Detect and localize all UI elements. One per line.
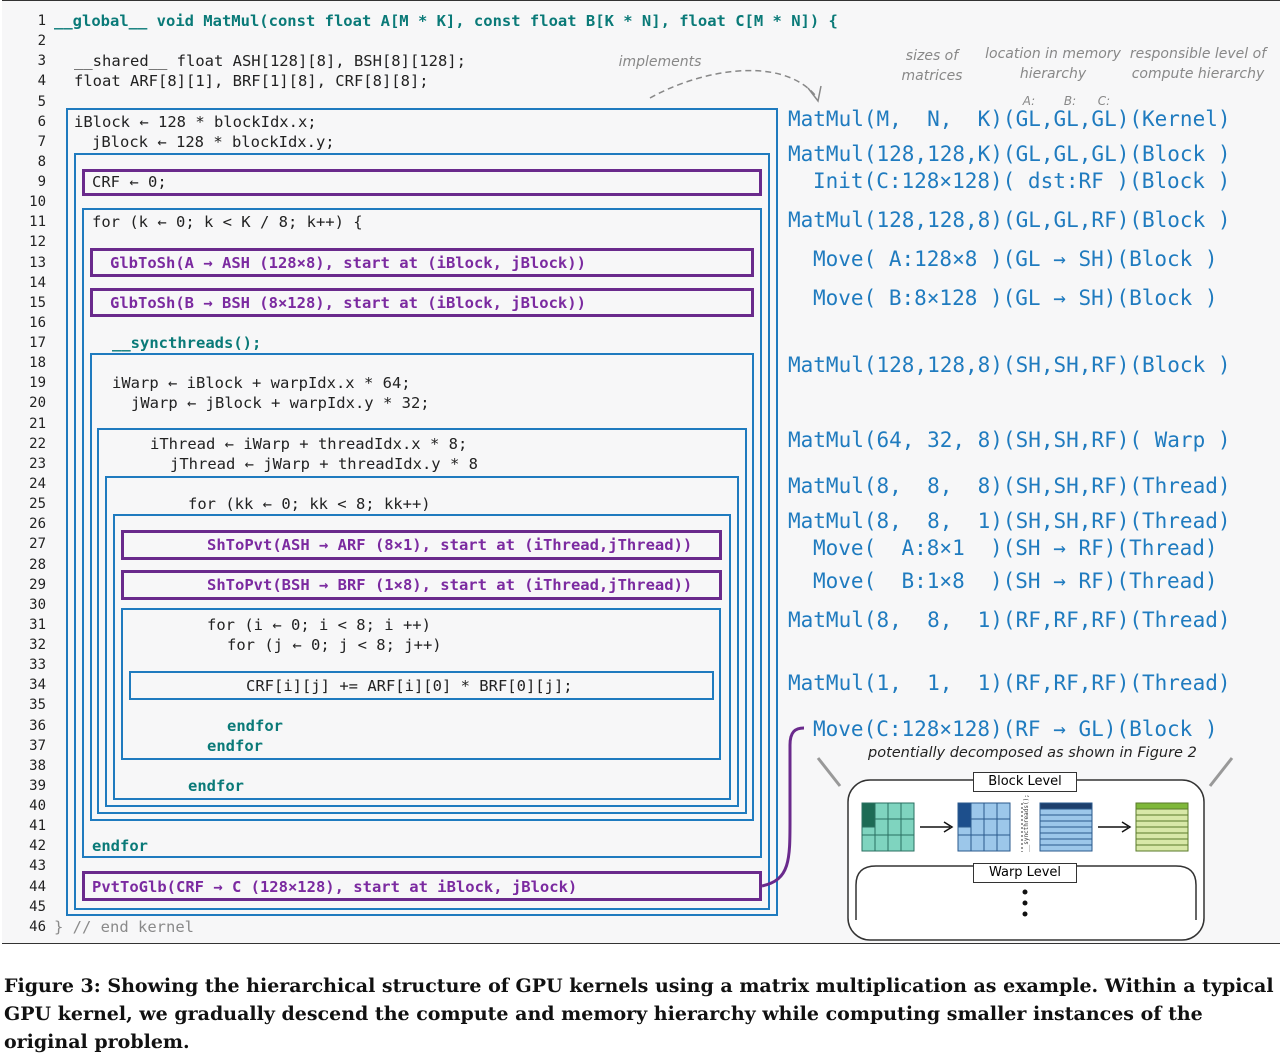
code-line-39: endfor [188,777,244,795]
line-number: 34 [29,677,46,694]
line-number: 17 [29,335,46,352]
code-line-34: CRF[i][j] += ARF[i][0] * BRF[0][j]; [246,677,573,695]
init-box [82,169,762,196]
code-line-46: } // end kernel [54,918,194,936]
line-number: 22 [29,435,46,452]
line-number: 42 [29,838,46,855]
line-number: 36 [29,717,46,734]
line-number: 20 [29,395,46,412]
line-number: 8 [37,153,46,170]
code-line-9: CRF ← 0; [92,173,167,191]
line-number: 46 [29,918,46,935]
line-number: 1 [37,13,46,29]
right-line-9: MatMul(8, 8, 1)(SH,SH,RF)(Thread) [788,509,1231,533]
code-line-31: for (i ← 0; i < 8; i ++) [207,616,431,634]
code-line-27: ShToPvt(ASH → ARF (8×1), start at (iThre… [207,536,693,554]
code-line-7: jBlock ← 128 * blockIdx.y; [92,133,335,151]
line-number: 21 [29,415,46,432]
right-line-13: MatMul(1, 1, 1)(RF,RF,RF)(Thread) [788,671,1231,695]
line-number: 4 [37,73,46,90]
line-number: 3 [37,53,46,70]
line-number: 40 [29,798,46,815]
line-number: 31 [29,616,46,633]
decomposed-note: potentially decomposed as shown in Figur… [868,745,1197,761]
right-line-2: Init(C:128×128)( dst:RF )(Block ) [813,169,1231,193]
line-number: 5 [37,93,46,110]
line-number: 11 [29,214,46,231]
code-line-11: for (k ← 0; k < K / 8; k++) { [92,213,363,231]
line-number: 23 [29,455,46,472]
code-line-29: ShToPvt(BSH → BRF (1×8), start at (iThre… [207,576,693,594]
line-number: 9 [37,174,46,191]
right-line-8: MatMul(8, 8, 8)(SH,SH,RF)(Thread) [788,474,1231,498]
right-line-0: MatMul(M, N, K)(GL,GL,GL)(Kernel) [788,107,1231,131]
line-number: 30 [29,596,46,613]
code-line-1: __global__ void MatMul(const float A[M *… [54,12,838,30]
warp-level-label: Warp Level [973,863,1077,883]
right-line-3: MatMul(128,128,8)(GL,GL,RF)(Block ) [788,208,1231,232]
line-number: 44 [29,878,46,895]
line-number: 43 [29,858,46,875]
line-number: 35 [29,697,46,714]
block-level-label: Block Level [973,772,1077,792]
line-number: 14 [29,274,46,291]
right-line-1: MatMul(128,128,K)(GL,GL,GL)(Block ) [788,142,1231,166]
code-line-4: float ARF[8][1], BRF[1][8], CRF[8][8]; [74,72,429,90]
code-line-22: iThread ← iWarp + threadIdx.x * 8; [150,435,468,453]
line-number: 6 [37,113,46,130]
code-line-42: endfor [92,837,148,855]
line-number: 28 [29,556,46,573]
line-number: 29 [29,576,46,593]
line-number: 16 [29,314,46,331]
right-line-14: Move(C:128×128)(RF → GL)(Block ) [813,717,1218,741]
line-number: 18 [29,355,46,372]
code-line-15: GlbToSh(B → BSH (8×128), start at (iBloc… [110,294,586,312]
line-number: 13 [29,254,46,271]
code-line-17: __syncthreads(); [112,334,262,352]
code-line-25: for (kk ← 0; kk < 8; kk++) [188,495,431,513]
code-line-37: endfor [207,737,263,755]
line-number: 27 [29,536,46,553]
line-number: 24 [29,475,46,492]
line-number: 7 [37,133,46,150]
right-line-6: MatMul(128,128,8)(SH,SH,RF)(Block ) [788,353,1231,377]
line-number: 32 [29,637,46,654]
responsible-header: responsible level of compute hierarchy [1129,46,1267,82]
code-line-13: GlbToSh(A → ASH (128×8), start at (iBloc… [110,254,586,272]
right-line-5: Move( B:8×128 )(GL → SH)(Block ) [813,286,1218,310]
line-number: 45 [29,898,46,915]
code-line-19: iWarp ← iBlock + warpIdx.x * 64; [112,374,411,392]
right-line-7: MatMul(64, 32, 8)(SH,SH,RF)( Warp ) [788,428,1231,452]
line-number: 15 [29,294,46,311]
line-number: 10 [29,194,46,211]
figure-caption: Figure 3: Showing the hierarchical struc… [4,975,1274,1053]
location-header: location in memory hierarchy [985,46,1121,82]
line-number: 33 [29,657,46,674]
code-line-23: jThread ← jWarp + threadIdx.y * 8 [170,455,478,473]
code-line-44: PvtToGlb(CRF → C (128×128), start at iBl… [92,878,578,896]
line-number: 25 [29,496,46,513]
line-number: 41 [29,818,46,835]
line-number: 39 [29,777,46,794]
right-line-10: Move( A:8×1 )(SH → RF)(Thread) [813,536,1218,560]
line-number: 37 [29,737,46,754]
line-number: 26 [29,516,46,533]
right-line-4: Move( A:128×8 )(GL → SH)(Block ) [813,247,1218,271]
right-line-11: Move( B:1×8 )(SH → RF)(Thread) [813,569,1218,593]
implements-label: implements [618,54,702,70]
code-line-36: endfor [227,717,283,735]
right-line-12: MatMul(8, 8, 1)(RF,RF,RF)(Thread) [788,608,1231,632]
code-line-3: __shared__ float ASH[128][8], BSH[8][128… [74,52,466,70]
line-number: 12 [29,234,46,251]
sizes-header: sizes of matrices [901,48,963,84]
line-number: 19 [29,375,46,392]
line-number: 38 [29,757,46,774]
code-line-20: jWarp ← jBlock + warpIdx.y * 32; [131,394,430,412]
code-line-32: for (j ← 0; j < 8; j++) [227,636,442,654]
code-line-6: iBlock ← 128 * blockIdx.x; [74,113,317,131]
line-number: 2 [37,33,46,50]
